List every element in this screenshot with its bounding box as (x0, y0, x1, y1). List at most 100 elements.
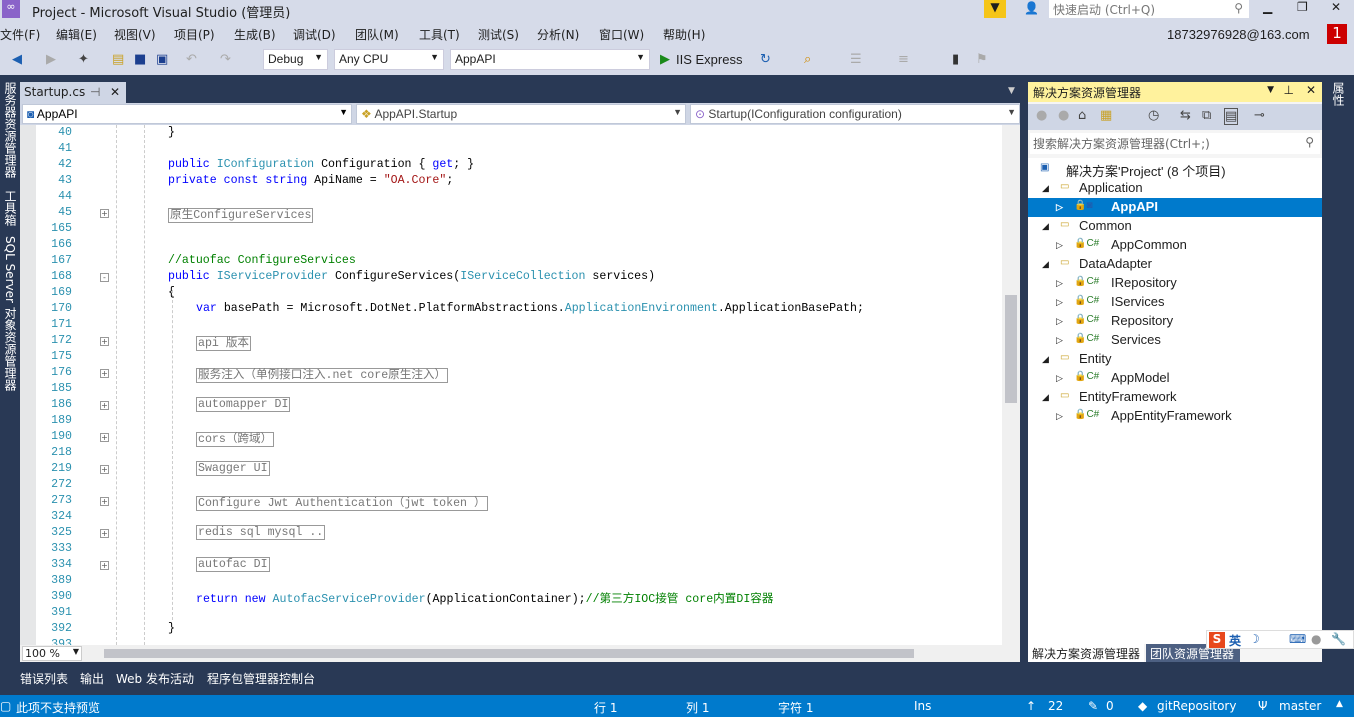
back-icon[interactable]: ● (1036, 108, 1047, 123)
menu-view[interactable]: 视图(V) (114, 26, 156, 43)
code-line[interactable]: api 版本 (196, 334, 252, 351)
expand-icon[interactable]: + (100, 561, 109, 570)
left-tab-server-explorer[interactable]: 服务器资源管理器 (2, 82, 19, 178)
right-tab-properties[interactable]: 属性 (1330, 82, 1347, 106)
tree-item[interactable]: ▷ 🔒C# Repository (1028, 312, 1322, 331)
collapsed-region[interactable]: automapper DI (196, 397, 291, 412)
code-line[interactable]: private const string ApiName = "OA.Core"… (168, 174, 453, 187)
branch-name[interactable]: master (1279, 699, 1321, 713)
expand-icon[interactable]: + (100, 209, 109, 218)
keyboard-icon[interactable]: ⌨ (1289, 632, 1306, 646)
menu-test[interactable]: 测试(S) (478, 26, 519, 43)
menu-tools[interactable]: 工具(T) (419, 26, 460, 43)
collapsed-region[interactable]: Swagger UI (196, 461, 270, 476)
tab-list-dropdown[interactable]: ▼ (1008, 86, 1015, 96)
restore-button[interactable]: ❐ (1297, 0, 1308, 14)
tab-solution-explorer[interactable]: 解决方案资源管理器 (1028, 644, 1144, 662)
nav-project-select[interactable]: ◙ AppAPI ▼ (22, 104, 352, 124)
menu-debug[interactable]: 调试(D) (293, 26, 336, 43)
pin-icon[interactable]: ⊥ (1284, 83, 1294, 97)
code-line[interactable]: Swagger UI (196, 461, 270, 476)
tab-output[interactable]: 输出 (80, 670, 104, 687)
tree-item[interactable]: ◢ ▭ EntityFramework (1028, 388, 1322, 407)
new-project-icon[interactable]: ✦ (78, 52, 89, 67)
refresh-icon[interactable]: ↻ (760, 52, 771, 67)
expand-icon[interactable]: + (100, 401, 109, 410)
pending-changes-icon[interactable]: ◷ (1148, 108, 1159, 123)
tree-item[interactable]: ◢ ▭ DataAdapter (1028, 255, 1322, 274)
sogou-icon[interactable]: S (1209, 632, 1225, 648)
tree-item[interactable]: ▷ 🔒C# AppModel (1028, 369, 1322, 388)
solution-search-input[interactable]: 搜索解决方案资源管理器(Ctrl+;) ⚲ (1030, 133, 1320, 154)
show-all-files-icon[interactable]: ▤ (1224, 108, 1239, 125)
menu-edit[interactable]: 编辑(E) (56, 26, 97, 43)
collapsed-region[interactable]: 服务注入（单例接口注入.net core原生注入） (196, 368, 449, 383)
collapsed-arrow-icon[interactable]: ▷ (1056, 411, 1063, 422)
menu-window[interactable]: 窗口(W) (599, 26, 644, 43)
push-count[interactable]: 22 (1048, 699, 1063, 713)
notification-badge[interactable]: 1 (1327, 24, 1347, 44)
close-icon[interactable]: ✕ (1306, 83, 1316, 97)
open-icon[interactable]: ▤ (112, 52, 124, 67)
tree-item[interactable]: ▷ 🔒C# AppCommon (1028, 236, 1322, 255)
user-icon[interactable]: ● (1311, 632, 1321, 646)
nav-class-select[interactable]: ❖ AppAPI.Startup ▼ (356, 104, 686, 124)
forward-icon[interactable]: ▶ (46, 52, 56, 67)
scroll-thumb[interactable] (1005, 295, 1017, 403)
collapsed-arrow-icon[interactable]: ▷ (1056, 297, 1063, 308)
expanded-arrow-icon[interactable]: ◢ (1042, 259, 1049, 270)
tree-item[interactable]: ▣ 解决方案'Project' (8 个项目) (1028, 160, 1322, 179)
push-icon[interactable]: ↑ (1026, 699, 1036, 713)
collapse-icon[interactable]: - (100, 273, 109, 282)
moon-icon[interactable]: ☽ (1249, 632, 1260, 646)
code-line[interactable]: redis sql mysql .. (196, 525, 326, 540)
tab-package-manager-console[interactable]: 程序包管理器控制台 (207, 670, 315, 687)
collapsed-arrow-icon[interactable]: ▷ (1056, 278, 1063, 289)
bookmark-prev-icon[interactable]: ⚑ (976, 52, 988, 67)
zoom-select[interactable]: 100 % ▼ (22, 646, 82, 661)
home-icon[interactable]: ⌂ (1078, 108, 1086, 123)
indent-icon[interactable]: ☰ (850, 52, 862, 67)
menu-team[interactable]: 团队(M) (355, 26, 399, 43)
code-line[interactable]: } (168, 126, 175, 139)
config-select[interactable]: Debug ▼ (263, 49, 328, 70)
switch-view-icon[interactable]: ▦ (1100, 108, 1112, 123)
tree-item[interactable]: ◢ ▭ Common (1028, 217, 1322, 236)
menu-build[interactable]: 生成(B) (234, 26, 276, 43)
repo-icon[interactable]: ◆ (1138, 699, 1147, 713)
code-line[interactable]: Configure Jwt Authentication（jwt token ） (196, 494, 488, 511)
pin-icon[interactable]: ⊣ (90, 85, 100, 99)
platform-select[interactable]: Any CPU ▼ (334, 49, 444, 70)
find-icon[interactable]: ⌕ (804, 52, 811, 67)
expand-icon[interactable]: + (100, 497, 109, 506)
branch-icon[interactable]: Ψ (1258, 699, 1267, 713)
branch-menu-icon[interactable]: ▲ (1336, 699, 1343, 709)
code-editor[interactable]: 40} 41 42 public IConfiguration Configurati… (20, 125, 1020, 645)
expand-icon[interactable]: + (100, 465, 109, 474)
minimize-button[interactable]: ▁ (1263, 0, 1272, 14)
undo-icon[interactable]: ↶ (186, 52, 197, 67)
close-button[interactable]: ✕ (1331, 0, 1341, 14)
collapsed-region[interactable]: Configure Jwt Authentication（jwt token ） (196, 496, 488, 511)
code-line[interactable]: public IConfiguration Configuration { ge… (168, 158, 474, 171)
collapsed-region[interactable]: autofac DI (196, 557, 270, 572)
startup-project-select[interactable]: AppAPI ▼ (450, 49, 650, 70)
comment-icon[interactable]: ≡ (898, 52, 909, 67)
left-tab-toolbox[interactable]: 工具箱 (2, 190, 19, 226)
quick-launch-input[interactable]: 快速启动 (Ctrl+Q) ⚲ (1049, 0, 1249, 18)
expand-icon[interactable]: + (100, 433, 109, 442)
code-line[interactable]: } (168, 622, 175, 635)
collapsed-arrow-icon[interactable]: ▷ (1056, 335, 1063, 346)
menu-project[interactable]: 项目(P) (174, 26, 215, 43)
code-line[interactable]: { (168, 286, 175, 299)
pencil-icon[interactable]: ✎ (1088, 699, 1098, 713)
tree-item[interactable]: ▷ 🔒C# AppEntityFramework (1028, 407, 1322, 426)
tab-startup-cs[interactable]: Startup.cs ⊣ ✕ (20, 82, 126, 103)
code-line[interactable]: return new AutofacServiceProvider(Applic… (196, 590, 773, 606)
code-line[interactable]: public IServiceProvider ConfigureService… (168, 270, 655, 283)
tab-web-publish[interactable]: Web 发布活动 (116, 670, 194, 687)
collapsed-arrow-icon[interactable]: ▷ (1056, 373, 1063, 384)
nav-member-select[interactable]: ⊙ Startup(IConfiguration configuration) ▼ (690, 104, 1020, 124)
repository-name[interactable]: gitRepository (1157, 699, 1236, 713)
tree-item[interactable]: ▷ 🔒C# IServices (1028, 293, 1322, 312)
